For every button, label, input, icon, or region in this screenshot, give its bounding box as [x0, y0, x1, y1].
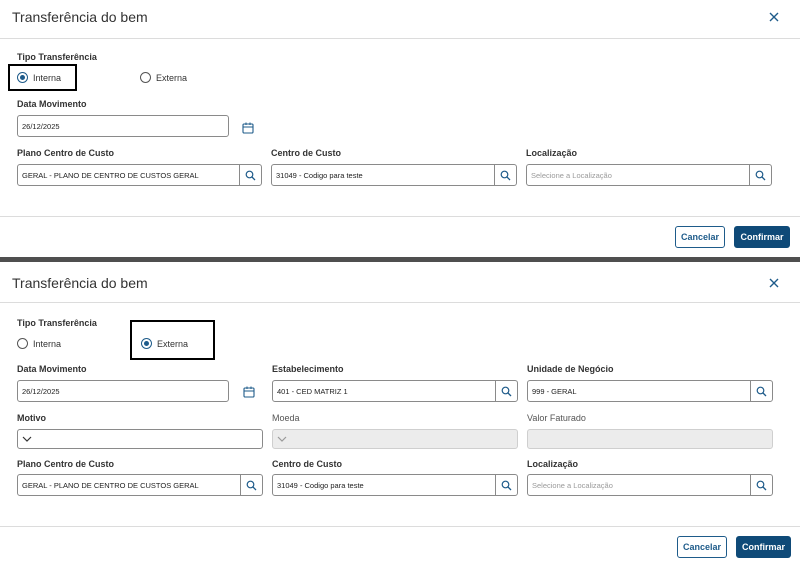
plano-centro-custo-value: GERAL - PLANO DE CENTRO DE CUSTOS GERAL	[22, 480, 199, 490]
data-movimento-input[interactable]: 26/12/2025	[17, 115, 229, 137]
confirm-button[interactable]: Confirmar	[736, 536, 791, 558]
transfer-dialog-externa: Transferência do bem Tipo Transferência …	[0, 262, 800, 564]
motivo-select[interactable]	[17, 429, 263, 449]
dialog-title: Transferência do bem	[12, 9, 148, 25]
radio-externa[interactable]: Externa	[141, 338, 188, 349]
radio-interna-label: Interna	[33, 338, 62, 349]
localizacao-placeholder: Selecione a Localização	[531, 170, 612, 180]
calendar-icon[interactable]	[242, 121, 254, 134]
centro-custo-label: Centro de Custo	[271, 148, 342, 158]
search-icon[interactable]	[749, 165, 771, 185]
localizacao-input[interactable]: Selecione a Localização	[526, 164, 772, 186]
close-icon[interactable]	[768, 277, 782, 291]
radio-interna[interactable]: Interna	[17, 72, 61, 83]
valor-faturado-label: Valor Faturado	[527, 413, 586, 423]
plano-centro-custo-value: GERAL - PLANO DE CENTRO DE CUSTOS GERAL	[22, 170, 199, 180]
unidade-negocio-label: Unidade de Negócio	[527, 364, 614, 374]
confirm-button[interactable]: Confirmar	[734, 226, 790, 248]
data-movimento-input[interactable]: 26/12/2025	[17, 380, 229, 402]
search-icon[interactable]	[750, 381, 772, 401]
localizacao-label: Localização	[526, 148, 578, 158]
cancel-button[interactable]: Cancelar	[677, 536, 727, 558]
valor-faturado-input	[527, 429, 773, 449]
footer-divider	[0, 526, 800, 527]
dialog-title: Transferência do bem	[12, 275, 148, 291]
plano-centro-custo-label: Plano Centro de Custo	[17, 459, 115, 469]
radio-externa-label: Externa	[157, 338, 189, 349]
radio-externa-label: Externa	[156, 72, 188, 83]
radio-externa-circle[interactable]	[141, 338, 152, 349]
moeda-label: Moeda	[272, 413, 300, 423]
search-icon[interactable]	[239, 165, 261, 185]
search-icon[interactable]	[495, 381, 517, 401]
data-movimento-value: 26/12/2025	[22, 121, 60, 131]
data-movimento-value: 26/12/2025	[22, 386, 60, 396]
search-icon[interactable]	[240, 475, 262, 495]
cancel-button[interactable]: Cancelar	[675, 226, 725, 248]
plano-centro-custo-label: Plano Centro de Custo	[17, 148, 115, 158]
plano-centro-custo-input[interactable]: GERAL - PLANO DE CENTRO DE CUSTOS GERAL	[17, 474, 263, 496]
centro-custo-input[interactable]: 31049 - Codigo para teste	[271, 164, 517, 186]
radio-interna-circle[interactable]	[17, 72, 28, 83]
localizacao-input[interactable]: Selecione a Localização	[527, 474, 773, 496]
calendar-icon[interactable]	[243, 385, 255, 398]
radio-interna-circle[interactable]	[17, 338, 28, 349]
estabelecimento-input[interactable]: 401 - CED MATRIZ 1	[272, 380, 518, 402]
close-icon[interactable]	[768, 11, 782, 25]
footer-divider	[0, 216, 800, 217]
data-movimento-label: Data Movimento	[17, 364, 87, 374]
chevron-down-icon[interactable]	[22, 434, 32, 444]
data-movimento-label: Data Movimento	[17, 99, 87, 109]
moeda-select	[272, 429, 518, 449]
search-icon[interactable]	[495, 475, 517, 495]
centro-custo-label: Centro de Custo	[272, 459, 343, 469]
plano-centro-custo-input[interactable]: GERAL - PLANO DE CENTRO DE CUSTOS GERAL	[17, 164, 262, 186]
tipo-transferencia-label: Tipo Transferência	[17, 52, 97, 62]
localizacao-placeholder: Selecione a Localização	[532, 480, 613, 490]
transfer-dialog-interna: Transferência do bem Tipo Transferência …	[0, 0, 800, 258]
radio-interna[interactable]: Interna	[17, 338, 61, 349]
localizacao-label: Localização	[527, 459, 579, 469]
radio-externa-circle[interactable]	[140, 72, 151, 83]
motivo-label: Motivo	[17, 413, 46, 423]
estabelecimento-label: Estabelecimento	[272, 364, 344, 374]
unidade-negocio-value: 999 - GERAL	[532, 386, 577, 396]
centro-custo-value: 31049 - Codigo para teste	[277, 480, 364, 490]
search-icon[interactable]	[750, 475, 772, 495]
header-divider	[0, 302, 800, 303]
tipo-transferencia-label: Tipo Transferência	[17, 318, 97, 328]
radio-interna-label: Interna	[33, 72, 62, 83]
estabelecimento-value: 401 - CED MATRIZ 1	[277, 386, 348, 396]
search-icon[interactable]	[494, 165, 516, 185]
header-divider	[0, 38, 800, 39]
centro-custo-input[interactable]: 31049 - Codigo para teste	[272, 474, 518, 496]
radio-externa[interactable]: Externa	[140, 72, 187, 83]
unidade-negocio-input[interactable]: 999 - GERAL	[527, 380, 773, 402]
chevron-down-icon	[277, 436, 287, 442]
centro-custo-value: 31049 - Codigo para teste	[276, 170, 363, 180]
